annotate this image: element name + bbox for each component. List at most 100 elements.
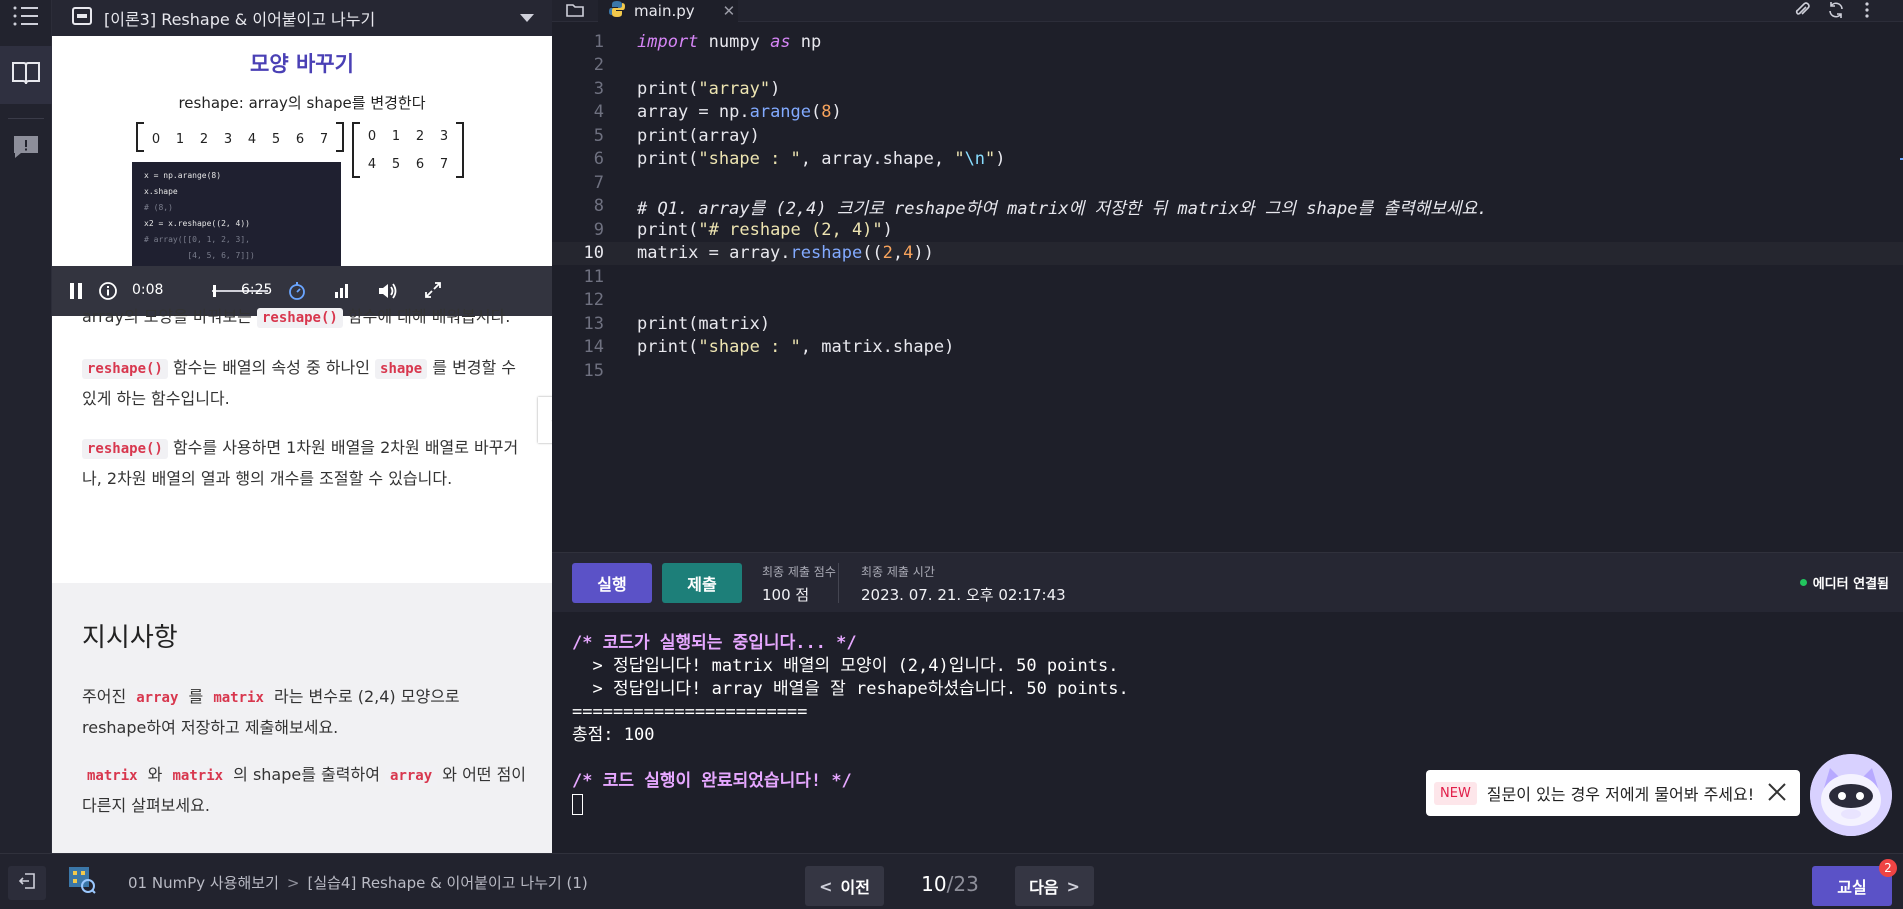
direction-2: matrix 와 matrix 의 shape를 출력하여 array 와 어떤… <box>82 765 527 815</box>
inline-code: reshape() <box>82 439 168 459</box>
hamburger-icon <box>13 5 39 31</box>
matrix-element: 1 <box>391 128 401 144</box>
snippet-line: x = np.arange(8) <box>144 171 222 180</box>
feedback-icon <box>12 134 40 164</box>
icon-rail <box>0 0 52 853</box>
chevron-right-icon: > <box>1066 876 1080 896</box>
paragraph-2: reshape() 함수는 배열의 속성 중 하나인 shape 를 변경할 수… <box>82 358 517 408</box>
code-editor[interactable]: 1 import numpy as np 2 3 print("array") 4a… <box>552 22 1903 552</box>
editor-tabs: main.py ✕ <box>552 0 1903 22</box>
tab-label: main.py <box>634 2 695 20</box>
python-icon <box>608 0 626 22</box>
array-element: 0 <box>151 131 161 147</box>
code-line: 1 import numpy as np <box>593 31 822 52</box>
inline-code: array <box>131 688 184 708</box>
matrix-element: 3 <box>439 128 449 144</box>
code-line: 13 print(matrix) <box>583 313 771 334</box>
matrix-element: 2 <box>415 128 425 144</box>
final-score: 최종 제출 점수 100 점 <box>762 565 836 604</box>
video-duration: 6:25 <box>241 282 273 298</box>
array-element: 5 <box>271 131 281 147</box>
page-indicator: 10/23 <box>921 872 979 896</box>
inline-code: reshape() <box>82 359 168 379</box>
breadcrumb-course[interactable]: 01 NumPy 사용해보기 <box>128 874 279 892</box>
exit-button[interactable] <box>8 866 46 900</box>
paragraph-3: reshape() 함수를 사용하면 1차원 배열을 2차원 배열로 바꾸거나,… <box>82 438 519 488</box>
run-button[interactable]: 실행 <box>572 563 652 603</box>
slide-title: 모양 바꾸기 <box>250 52 354 76</box>
snippet-line: [4, 5, 6, 7]]) <box>144 251 255 260</box>
matrix-element: 0 <box>367 128 377 144</box>
refresh-icon[interactable] <box>1827 1 1845 23</box>
lesson-tab-button[interactable] <box>0 46 52 104</box>
lesson-header[interactable]: [이론3] Reshape & 이어붙이고 나누기 <box>52 0 552 36</box>
next-button[interactable]: 다음 > <box>1015 866 1094 906</box>
lesson-body: array의 모양을 바꿔보는 reshape() 함수에 대해 배워봅시다. … <box>52 307 552 513</box>
pause-button[interactable] <box>69 282 83 304</box>
meta-divider <box>838 563 839 603</box>
quality-icon[interactable] <box>333 282 351 304</box>
inline-code: shape <box>375 359 428 379</box>
console-cursor <box>572 793 583 815</box>
progress-knob[interactable] <box>213 285 217 297</box>
array-element: 6 <box>295 131 305 147</box>
inline-code: matrix <box>208 688 269 708</box>
lesson-slide: 모양 바꾸기 reshape: array의 shape를 변경한다 01234… <box>52 36 552 266</box>
submit-button[interactable]: 제출 <box>662 563 742 603</box>
dropdown-caret-icon[interactable] <box>520 14 534 22</box>
console-line: > 정답입니다! matrix 배열의 모양이 (2,4)입니다. 50 poi… <box>572 656 1119 676</box>
array-element: 3 <box>223 131 233 147</box>
more-options-icon[interactable] <box>1864 1 1870 23</box>
matrix-element: 4 <box>367 156 377 172</box>
snippet-line: x.shape <box>144 187 178 196</box>
prev-button[interactable]: < 이전 <box>805 866 884 906</box>
video-current-time: 0:08 <box>132 282 164 298</box>
code-line: 4 array = np.arange(8) <box>593 102 842 123</box>
code-line: 3 print("array") <box>593 78 781 99</box>
code-line: 8 # Q1. array를 (2,4) 크기로 reshape하여 matrix… <box>593 196 1488 219</box>
run-toolbar: 실행 제출 최종 제출 점수 100 점 최종 제출 시간 2023. 07. … <box>552 552 1903 612</box>
final-submit-time: 최종 제출 시간 2023. 07. 21. 오후 02:17:43 <box>861 565 1066 604</box>
direction-1: 주어진 array 를 matrix 라는 변수로 (2,4) 모양으로 res… <box>82 687 460 737</box>
array-element: 1 <box>175 131 185 147</box>
code-line: 2 <box>593 55 604 76</box>
slide-code-snippet: x = np.arange(8) x.shape # (8,) x2 = x.r… <box>132 162 341 266</box>
slide-subtitle: reshape: array의 shape를 변경한다 <box>178 94 426 112</box>
snippet-line: x2 = x.reshape((2, 4)) <box>144 219 250 228</box>
array-element: 4 <box>247 131 257 147</box>
fullscreen-icon[interactable] <box>424 281 442 303</box>
new-badge: NEW <box>1434 781 1477 805</box>
matrix-element: 5 <box>391 156 401 172</box>
inline-code: matrix <box>167 766 229 786</box>
rail-divider <box>8 118 44 119</box>
code-line: 14 print("shape : ", matrix.shape) <box>583 337 955 358</box>
code-line: 6 print("shape : ", array.shape, "\n") <box>593 149 1006 170</box>
menu-button[interactable] <box>0 0 52 36</box>
console-line: 총점: 100 <box>572 725 655 745</box>
chatbot-tooltip[interactable]: NEW 질문이 있는 경우 저에게 물어봐 주세요! <box>1426 770 1800 816</box>
footer-bar: 01 NumPy 사용해보기 > [실습4] Reshape & 이어붙이고 나누기… <box>0 853 1903 909</box>
inline-code: matrix <box>82 766 143 786</box>
close-icon[interactable] <box>1766 781 1788 807</box>
output-console[interactable]: /* 코드가 실행되는 중입니다... */ > 정답입니다! matrix 배… <box>552 612 1903 853</box>
console-line: > 정답입니다! array 배열을 잘 reshape하셨습니다. 50 po… <box>572 679 1129 699</box>
book-icon <box>11 60 41 90</box>
tab-main-py[interactable]: main.py ✕ <box>598 0 738 22</box>
breadcrumb-lesson[interactable]: [실습4] Reshape & 이어붙이고 나누기 (1) <box>307 874 587 892</box>
exit-icon <box>18 872 36 894</box>
chatbot-avatar[interactable] <box>1810 754 1892 836</box>
array-element: 2 <box>199 131 209 147</box>
folder-icon[interactable] <box>566 2 584 22</box>
code-line-current: 10 matrix = array.reshape((2,4)) <box>552 241 1903 265</box>
intro-paragraph: array의 모양을 바꿔보는 reshape() 함수에 대해 배워봅시다. <box>82 307 511 328</box>
close-tab-icon[interactable]: ✕ <box>723 2 736 20</box>
snippet-line: # (8,) <box>144 203 173 212</box>
feedback-button[interactable] <box>0 120 52 178</box>
console-line: ======================= <box>572 702 808 722</box>
attach-icon[interactable] <box>1793 1 1811 23</box>
volume-icon[interactable] <box>377 282 399 304</box>
matrix-element: 7 <box>439 156 449 172</box>
code-line: 5 print(array) <box>593 125 760 146</box>
chevron-right-icon: > <box>286 874 300 892</box>
